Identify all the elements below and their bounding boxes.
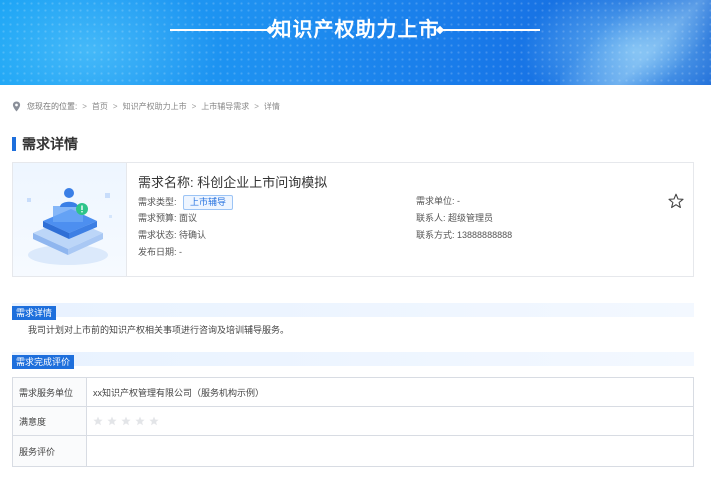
demand-type-label: 需求类型:: [138, 197, 177, 207]
demand-budget-label: 需求预算:: [138, 213, 177, 223]
breadcrumb-separator: >: [112, 101, 118, 111]
rating-star-icon[interactable]: [93, 416, 103, 426]
demand-unit-value: -: [457, 196, 461, 206]
demand-illustration: [13, 163, 127, 276]
breadcrumb-home[interactable]: 首页: [92, 101, 108, 112]
page-banner: 知识产权助力上市: [0, 0, 711, 85]
demand-card: 需求名称: 科创企业上市问询模拟 需求类型: 上市辅导 需求预算: 面议 需求状…: [12, 162, 694, 277]
service-illustration-icon: [27, 188, 112, 265]
demand-publish-date: 发布日期: -: [138, 246, 182, 258]
demand-type-tag: 上市辅导: [183, 195, 234, 210]
detail-section-title: 需求详情: [12, 306, 57, 320]
banner-title: 知识产权助力上市: [271, 19, 440, 41]
breadcrumb: 您现在的位置: > 首页 > 知识产权助力上市 > 上市辅导需求 > 详情: [12, 99, 280, 113]
table-row: 满意度: [12, 406, 694, 436]
breadcrumb-separator: >: [82, 101, 87, 111]
demand-type: 需求类型: 上市辅导: [138, 195, 234, 210]
detail-description: 我司计划对上市前的知识产权相关事项进行咨询及培训辅导服务。: [28, 325, 290, 335]
rating-star-icon[interactable]: [135, 416, 145, 426]
breadcrumb-prefix: 您现在的位置:: [27, 101, 78, 111]
breadcrumb-current: 详情: [263, 101, 280, 111]
breadcrumb-listing-demand[interactable]: 上市辅导需求: [201, 101, 249, 112]
demand-date-value: -: [179, 247, 183, 257]
eval-label-comment: 服务评价: [12, 435, 87, 467]
eval-label-satisfaction: 满意度: [12, 406, 87, 436]
demand-contact-label: 联系人:: [416, 213, 446, 223]
evaluation-section-header: 需求完成评价: [12, 352, 694, 369]
demand-name: 需求名称: 科创企业上市问询模拟: [138, 172, 327, 191]
eval-value-satisfaction: [86, 406, 694, 436]
demand-name-label: 需求名称:: [138, 175, 194, 190]
eval-value-comment: [86, 435, 694, 467]
eval-label-service-unit: 需求服务单位: [12, 377, 87, 407]
detail-section-header: 需求详情: [12, 303, 694, 320]
section-heading-title: 需求详情: [22, 136, 78, 152]
eval-value-service-unit: xx知识产权管理有限公司（服务机构示例）: [86, 377, 694, 407]
demand-phone-label: 联系方式:: [416, 230, 455, 240]
demand-contact-value: 超级管理员: [448, 213, 494, 223]
rating-star-icon[interactable]: [107, 416, 117, 426]
breadcrumb-separator: >: [254, 101, 259, 111]
demand-status-value: 待确认: [179, 230, 207, 240]
section-heading: 需求详情: [12, 134, 78, 154]
rating-star-icon[interactable]: [121, 416, 131, 426]
evaluation-table: 需求服务单位 xx知识产权管理有限公司（服务机构示例） 满意度 服务评价: [12, 377, 694, 467]
demand-budget: 需求预算: 面议: [138, 212, 197, 224]
section-heading-bar: [12, 137, 16, 151]
rating-star-icon[interactable]: [149, 416, 159, 426]
breadcrumb-ip-listing[interactable]: 知识产权助力上市: [123, 101, 187, 112]
demand-budget-value: 面议: [179, 213, 198, 223]
demand-unit: 需求单位: -: [416, 195, 460, 207]
demand-unit-label: 需求单位:: [416, 196, 455, 206]
satisfaction-rating[interactable]: [93, 416, 687, 426]
table-row: 服务评价: [12, 435, 694, 467]
table-row: 需求服务单位 xx知识产权管理有限公司（服务机构示例）: [12, 377, 694, 407]
breadcrumb-separator: >: [191, 101, 197, 111]
evaluation-section-title: 需求完成评价: [12, 355, 75, 369]
demand-phone: 联系方式: 13888888888: [416, 229, 512, 241]
favorite-star-icon[interactable]: [668, 193, 684, 209]
demand-status: 需求状态: 待确认: [138, 229, 206, 241]
location-pin-icon: [12, 101, 21, 111]
demand-phone-value: 13888888888: [457, 230, 513, 240]
demand-contact: 联系人: 超级管理员: [416, 212, 493, 224]
demand-status-label: 需求状态:: [138, 230, 177, 240]
demand-date-label: 发布日期:: [138, 247, 177, 257]
demand-name-value: 科创企业上市问询模拟: [197, 175, 328, 190]
